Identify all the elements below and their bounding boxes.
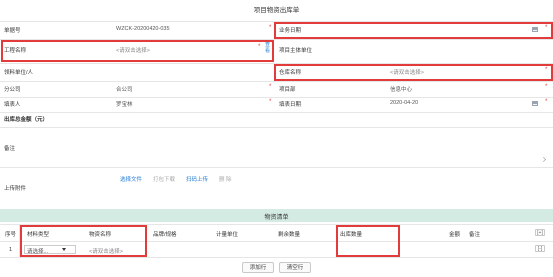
page-title: 项目物资出库单 [253,7,300,14]
add-row-icon[interactable]: [+] [535,229,545,236]
required-mark: * [269,99,272,105]
row-amount [0,112,553,127]
clear-rows-button[interactable]: 清空行 [279,262,311,273]
col-remaining: 剩余数量 [278,232,301,238]
doc-no-label: 单据号 [4,28,21,34]
required-mark: * [545,84,548,90]
col-spec: 品牌/规格 [153,232,177,238]
choose-file-link[interactable]: 选择文件 [120,175,142,183]
required-mark: * [545,67,548,73]
doc-no-value: WZCK-20200420-035 [116,26,170,32]
biz-date-input[interactable] [386,26,536,33]
owner-unit-label: 项目主体单位 [279,48,313,54]
dept-value: 信息中心 [390,87,413,93]
warehouse-input[interactable]: <请双击选择> [390,68,424,76]
required-mark: * [258,44,261,50]
fill-date-label: 填表日期 [279,102,302,108]
download-all-link[interactable]: 打包下载 [153,175,175,183]
delete-link[interactable]: 删 除 [219,175,232,183]
warehouse-label: 仓库名称 [279,70,302,76]
col-amount: 金额 [449,232,461,238]
add-row-button[interactable]: 添加行 [242,262,274,273]
required-mark: * [545,99,548,105]
view-project-link[interactable]: 查看 [265,42,271,54]
project-input[interactable]: <请双击选择> [116,46,150,54]
calendar-icon[interactable] [532,27,538,32]
highlight-out-qty [336,225,400,257]
col-unit: 计量单位 [216,232,239,238]
receiver-label: 领料单位/人 [4,70,34,76]
highlight-material [20,225,147,257]
row-branch [0,81,553,97]
required-mark: * [545,25,548,31]
section-title: 物资清单 [264,215,289,221]
branch-label: 分公司 [4,87,21,93]
required-mark: * [269,84,272,90]
creator-value: 罗宝林 [116,102,133,108]
row-index: 1 [9,247,13,253]
remove-row-icon[interactable]: [-] [535,245,545,252]
attachment-label: 上传附件 [4,186,27,192]
biz-date-label: 业务日期 [279,28,302,34]
branch-value: 合公司 [116,87,133,93]
fill-date-value[interactable]: 2020-04-20 [390,100,418,106]
dept-label: 项目部 [279,87,296,93]
remark-label: 备注 [4,146,16,152]
project-label: 工程名称 [4,48,27,54]
scan-upload-link[interactable]: 扫码上传 [186,175,208,183]
outbound-form: 项目物资出库单 单据号 WZCK-20200420-035 * 业务日期 * 工… [0,0,553,277]
required-mark: * [269,25,272,31]
row-creator [0,97,553,112]
row-attachment [0,167,553,207]
creator-label: 填表人 [4,102,21,108]
amount-label: 出库总金额（元） [4,117,49,123]
col-index: 序号 [5,232,17,238]
calendar-icon[interactable] [532,101,538,106]
col-remark: 备注 [469,232,481,238]
remark-textarea[interactable] [116,132,546,162]
